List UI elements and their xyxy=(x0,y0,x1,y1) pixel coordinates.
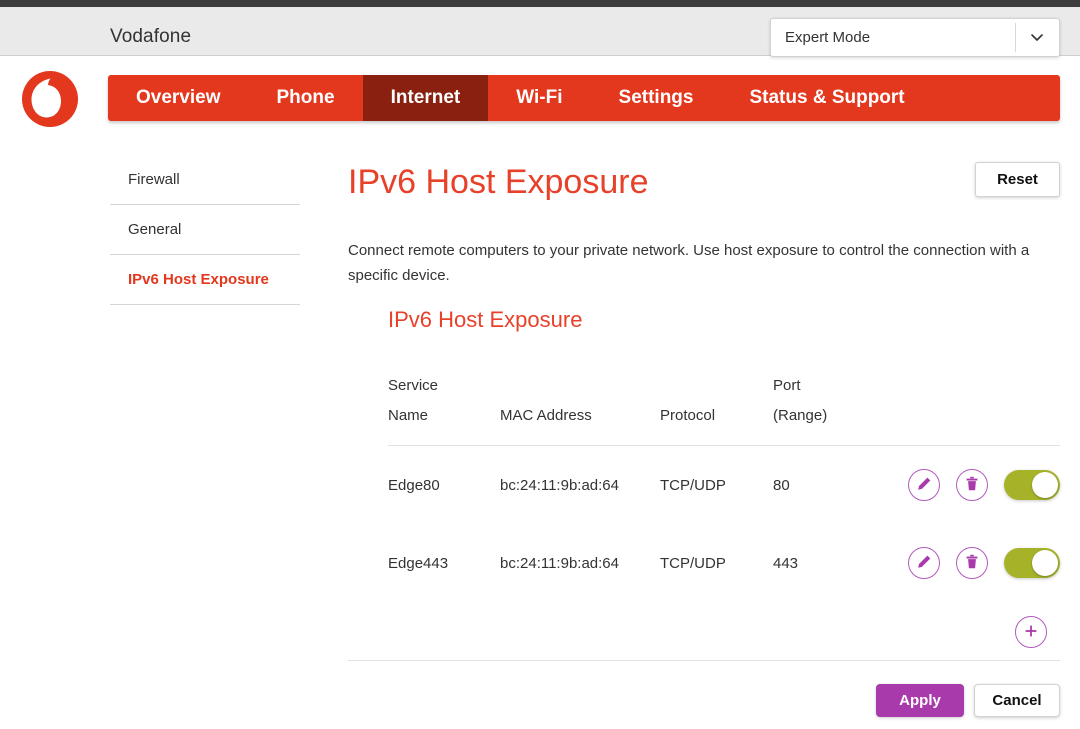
delete-row-button[interactable] xyxy=(956,547,988,579)
trash-icon xyxy=(963,475,981,496)
brand-name: Vodafone xyxy=(110,26,191,48)
sidebar-item-label: General xyxy=(128,221,181,238)
column-header-line: Port xyxy=(773,377,801,394)
delete-row-button[interactable] xyxy=(956,469,988,501)
chevron-down-icon xyxy=(1028,28,1046,46)
mode-select-divider xyxy=(1015,23,1016,52)
plus-icon xyxy=(1022,622,1040,643)
nav-item-label: Internet xyxy=(391,87,461,109)
nav-item-phone[interactable]: Phone xyxy=(249,75,363,121)
host-exposure-section: IPv6 Host Exposure Service Name MAC Addr… xyxy=(388,307,1060,648)
host-exposure-table: Service Name MAC Address Protocol Port (… xyxy=(388,371,1060,602)
column-header-line: MAC Address xyxy=(500,371,592,431)
table-row: Edge443 bc:24:11:9b:ad:64 TCP/UDP 443 xyxy=(388,524,1060,602)
column-header-actions xyxy=(883,371,1060,446)
nav-item-label: Wi-Fi xyxy=(516,87,562,109)
main-navigation: Overview Phone Internet Wi-Fi Settings S… xyxy=(108,75,1060,121)
cancel-button[interactable]: Cancel xyxy=(974,684,1060,717)
column-header-line: (Range) xyxy=(773,407,827,424)
nav-item-label: Settings xyxy=(619,87,694,109)
column-header-service-name: Service Name xyxy=(388,371,500,446)
enable-toggle[interactable] xyxy=(1004,548,1060,578)
column-header-line: Protocol xyxy=(660,371,715,431)
section-title: IPv6 Host Exposure xyxy=(388,307,1060,333)
toggle-knob xyxy=(1032,472,1058,498)
cell-service-name: Edge443 xyxy=(388,524,500,602)
cell-port: 443 xyxy=(773,524,883,602)
page-description: Connect remote computers to your private… xyxy=(348,238,1038,288)
top-strip xyxy=(0,0,1080,7)
nav-item-status-support[interactable]: Status & Support xyxy=(721,75,932,121)
table-header-row: Service Name MAC Address Protocol Port (… xyxy=(388,371,1060,446)
pencil-icon xyxy=(915,553,933,574)
vodafone-logo-icon xyxy=(21,70,79,128)
page-title: IPv6 Host Exposure xyxy=(348,162,648,203)
reset-button[interactable]: Reset xyxy=(975,162,1060,197)
cell-actions xyxy=(883,524,1060,602)
table-row: Edge80 bc:24:11:9b:ad:64 TCP/UDP 80 xyxy=(388,446,1060,525)
column-header-protocol: Protocol xyxy=(660,371,773,446)
footer-divider xyxy=(348,660,1060,661)
sidebar-item-ipv6-host-exposure[interactable]: IPv6 Host Exposure xyxy=(110,255,300,305)
sidebar: Firewall General IPv6 Host Exposure xyxy=(110,155,300,305)
column-header-line: Name xyxy=(388,407,428,424)
trash-icon xyxy=(963,553,981,574)
cell-protocol: TCP/UDP xyxy=(660,524,773,602)
nav-item-label: Overview xyxy=(136,87,221,109)
edit-row-button[interactable] xyxy=(908,547,940,579)
sidebar-item-firewall[interactable]: Firewall xyxy=(110,155,300,205)
cell-mac-address: bc:24:11:9b:ad:64 xyxy=(500,524,660,602)
cell-service-name: Edge80 xyxy=(388,446,500,525)
nav-item-label: Status & Support xyxy=(749,87,904,109)
footer-actions: Apply Cancel xyxy=(876,684,1060,717)
edit-row-button[interactable] xyxy=(908,469,940,501)
cell-mac-address: bc:24:11:9b:ad:64 xyxy=(500,446,660,525)
pencil-icon xyxy=(915,475,933,496)
nav-item-wifi[interactable]: Wi-Fi xyxy=(488,75,590,121)
column-header-port-range: Port (Range) xyxy=(773,371,883,446)
nav-item-overview[interactable]: Overview xyxy=(108,75,249,121)
mode-select[interactable]: Expert Mode xyxy=(770,18,1060,57)
cell-port: 80 xyxy=(773,446,883,525)
column-header-line: Service xyxy=(388,377,438,394)
mode-select-value: Expert Mode xyxy=(785,29,870,46)
apply-button[interactable]: Apply xyxy=(876,684,964,717)
cell-actions xyxy=(883,446,1060,525)
cell-protocol: TCP/UDP xyxy=(660,446,773,525)
sidebar-item-label: Firewall xyxy=(128,171,180,188)
sidebar-item-general[interactable]: General xyxy=(110,205,300,255)
sidebar-item-label: IPv6 Host Exposure xyxy=(128,271,269,288)
add-row-container xyxy=(388,616,1060,648)
header-bar: Vodafone Expert Mode xyxy=(0,7,1080,56)
column-header-mac-address: MAC Address xyxy=(500,371,660,446)
nav-item-internet[interactable]: Internet xyxy=(363,75,489,121)
nav-item-settings[interactable]: Settings xyxy=(591,75,722,121)
enable-toggle[interactable] xyxy=(1004,470,1060,500)
toggle-knob xyxy=(1032,550,1058,576)
add-entry-button[interactable] xyxy=(1015,616,1047,648)
nav-item-label: Phone xyxy=(277,87,335,109)
